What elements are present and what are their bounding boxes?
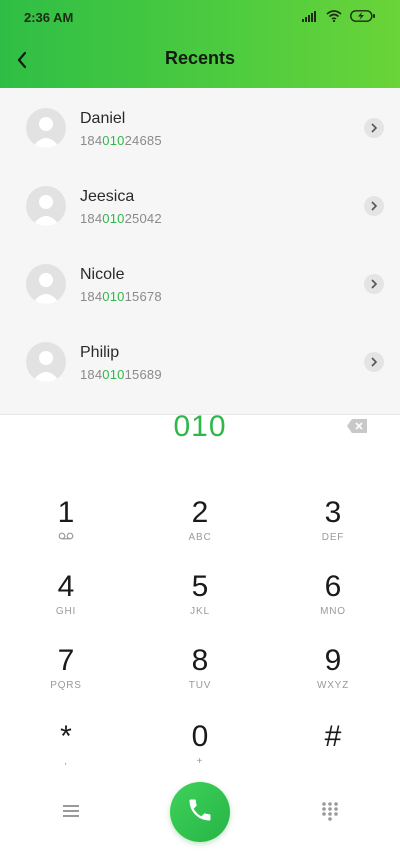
key-digit: 9 [324,644,342,677]
key-digit: 3 [324,496,342,529]
key-letters: , [64,756,68,767]
key-2[interactable]: 2 ABC [140,496,260,560]
key-digit: 7 [57,644,75,677]
key-letters: JKL [190,606,210,617]
key-6[interactable]: 6 MNO [273,570,393,634]
key-digit: 8 [191,644,209,677]
key-7[interactable]: 7 PQRS [6,644,126,708]
contact-name: Philip [80,344,120,361]
key-digit: * [60,720,72,753]
key-digit: 6 [324,570,342,603]
contact-number: 18401015689 [80,367,162,382]
list-item[interactable]: Daniel 18401024685 [0,88,400,164]
list-item[interactable]: Nicole 18401015678 [0,244,400,320]
menu-icon[interactable] [60,800,82,822]
signal-icon [302,10,318,22]
contact-number: 18401015678 [80,289,162,304]
status-time: 2:36 AM [24,10,74,25]
key-8[interactable]: 8 TUV [140,644,260,708]
voicemail-icon [6,532,126,543]
key-digit: 2 [191,496,209,529]
status-bar: 2:36 AM [0,0,400,36]
chevron-right-icon[interactable] [364,196,384,216]
app-header: 2:36 AM Recents [0,0,400,88]
key-letters: DEF [321,532,345,543]
key-letters: MNO [320,606,346,617]
key-digit: # [324,720,342,753]
key-letters: ABC [188,532,212,543]
key-hash[interactable]: # [273,720,393,784]
key-3[interactable]: 3 DEF [273,496,393,560]
avatar [26,108,66,148]
key-letters: TUV [188,680,212,691]
key-digit: 4 [57,570,75,603]
chevron-right-icon[interactable] [364,352,384,372]
key-digit: 1 [57,496,75,529]
chevron-right-icon[interactable] [364,118,384,138]
page-title: Recents [164,48,236,68]
key-star[interactable]: * , [6,720,126,784]
recents-list: Daniel 18401024685 Jeesica 18401025042 N… [0,88,400,414]
contact-name: Daniel [80,110,126,127]
key-letters: + [196,756,204,767]
list-item[interactable]: Jeesica 18401025042 [0,166,400,242]
phone-icon [186,796,214,829]
backspace-icon[interactable] [346,418,368,434]
key-0[interactable]: 0 + [140,720,260,784]
key-9[interactable]: 9 WXYZ [273,644,393,708]
key-letters: PQRS [50,680,82,691]
key-letters: WXYZ [316,680,350,691]
avatar [26,186,66,226]
avatar [26,342,66,382]
key-digit: 5 [191,570,209,603]
contact-number: 18401024685 [80,133,162,148]
wifi-icon [326,10,342,22]
key-5[interactable]: 5 JKL [140,570,260,634]
battery-charging-icon [350,10,376,22]
contact-name: Nicole [80,266,125,283]
contact-number: 18401025042 [80,211,162,226]
contact-name: Jeesica [80,188,135,205]
key-letters: GHI [55,606,77,617]
key-1[interactable]: 1 [6,496,126,560]
keypad-icon[interactable] [319,800,341,822]
list-item[interactable]: Philip 18401015689 [0,322,400,398]
chevron-right-icon[interactable] [364,274,384,294]
key-4[interactable]: 4 GHI [6,570,126,634]
status-icons [302,10,376,22]
key-digit: 0 [191,720,209,753]
avatar [26,264,66,304]
dialed-number-display[interactable]: 010 [0,410,400,444]
call-button[interactable] [170,782,230,842]
